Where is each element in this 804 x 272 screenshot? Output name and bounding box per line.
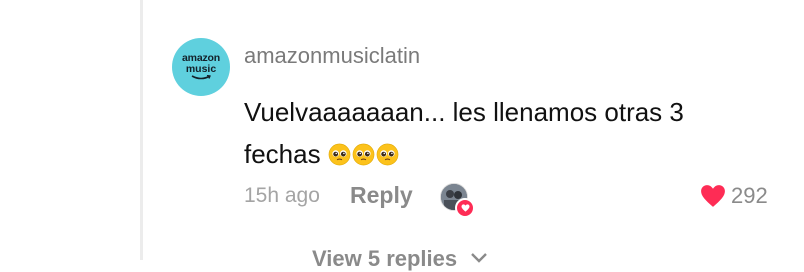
avatar-logo-text-1: amazon: [182, 52, 220, 64]
view-replies-button[interactable]: View 5 replies: [312, 246, 489, 272]
creator-heart-badge: [455, 198, 475, 218]
creator-liked-indicator: [440, 183, 475, 218]
comment-username[interactable]: amazonmusiclatin: [244, 43, 420, 69]
thread-line: [140, 0, 143, 260]
comment-timestamp: 15h ago: [244, 184, 320, 207]
avatar[interactable]: amazon music: [172, 38, 230, 96]
pleading-face-icon: [352, 143, 375, 166]
comment-text-line-1: Vuelvaaaaaaan... les llenamos otras 3: [244, 97, 684, 127]
pleading-face-icon: [328, 143, 351, 166]
avatar-logo-text-2: music: [185, 62, 217, 75]
chevron-down-icon: [471, 253, 488, 263]
comment-text: Vuelvaaaaaaan... les llenamos otras 3 fe…: [244, 91, 764, 175]
like-count: 292: [731, 183, 768, 208]
pleading-face-icon: [376, 143, 399, 166]
reply-button[interactable]: Reply: [350, 182, 413, 209]
comment-text-line-2: fechas: [244, 133, 764, 175]
like-heart-icon[interactable]: [700, 184, 726, 208]
amazon-smile-icon: [191, 75, 211, 80]
view-replies-label: View 5 replies: [312, 246, 458, 271]
heart-icon: [461, 204, 469, 212]
comment-text-line-2-text: fechas: [244, 139, 321, 169]
